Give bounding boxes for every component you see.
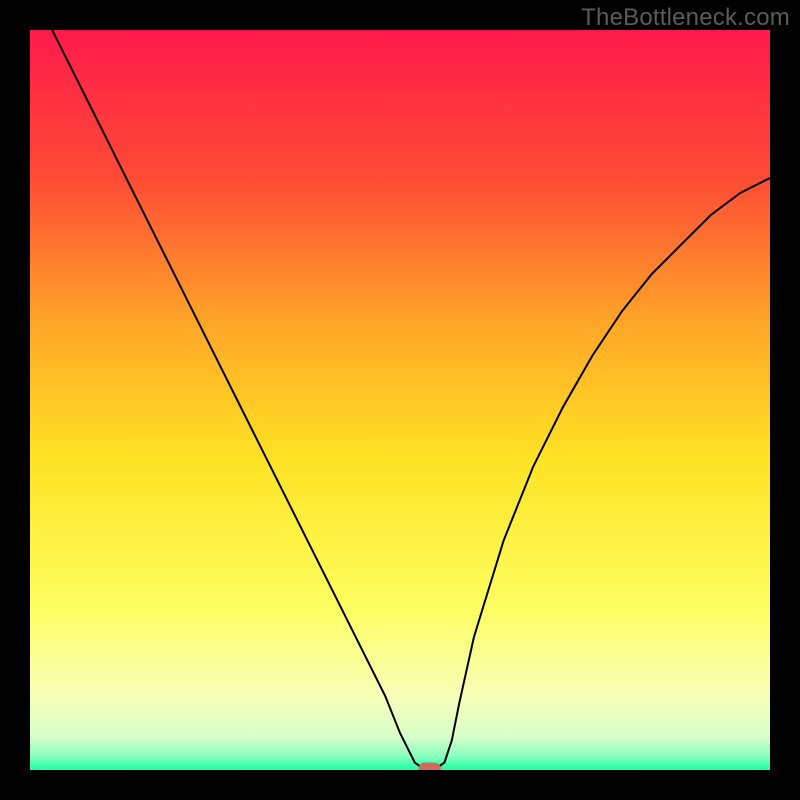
optimum-marker	[419, 763, 441, 771]
watermark-text: TheBottleneck.com	[581, 4, 790, 32]
markers	[419, 763, 441, 771]
chart-plot-area	[30, 30, 770, 770]
chart-background	[30, 30, 770, 770]
chart-frame: TheBottleneck.com	[0, 0, 800, 800]
chart-svg	[30, 30, 770, 770]
